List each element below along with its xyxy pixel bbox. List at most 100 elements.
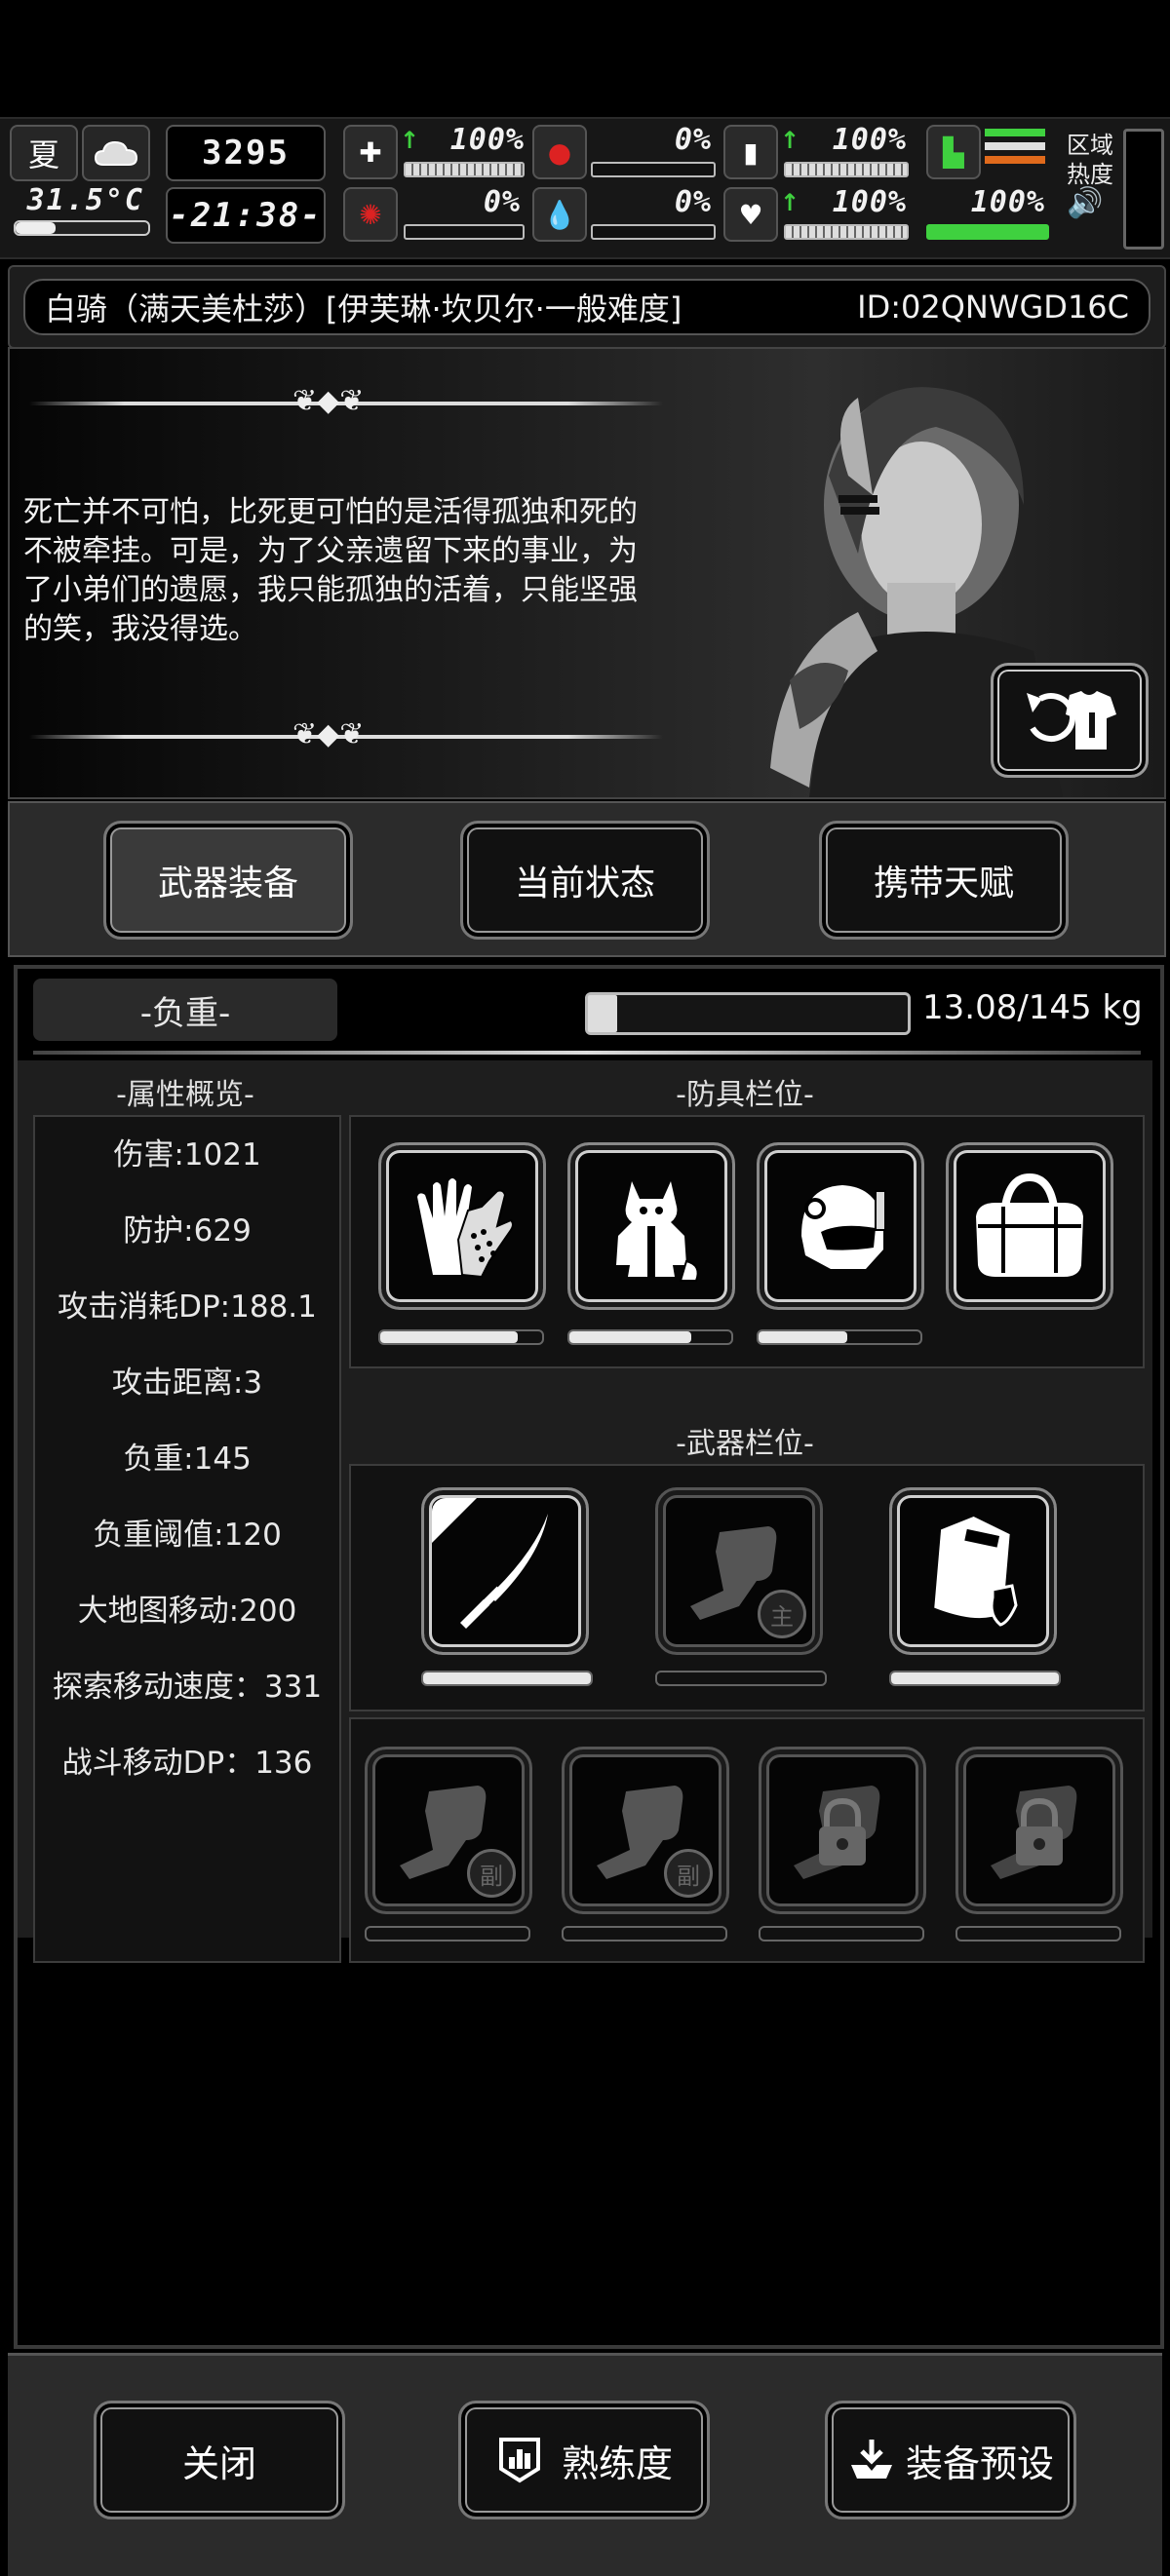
armor-slot-gloves[interactable] [378, 1142, 546, 1310]
change-outfit-button[interactable] [991, 663, 1149, 778]
attributes-list: 伤害:1021 防护:629 攻击消耗DP:188.1 攻击距离:3 负重:14… [33, 1115, 341, 1963]
close-button[interactable]: 关闭 [94, 2401, 345, 2519]
tab-talents[interactable]: 携带天赋 [819, 821, 1069, 940]
weapon-slot-1[interactable] [421, 1487, 589, 1655]
region-heat[interactable]: 区域 热度 🔊 [1067, 131, 1125, 218]
equipment-preset-button[interactable]: 装备预设 [825, 2401, 1076, 2519]
proficiency-button[interactable]: 熟练度 [458, 2401, 710, 2519]
heart-icon: ♥ [723, 187, 778, 242]
fox-hoodie-icon [616, 1181, 699, 1282]
load-value: 13.08/145 kg [922, 988, 1143, 1027]
tab-label: 携带天赋 [873, 864, 1014, 904]
temperature-value: 31.5°C [26, 183, 144, 217]
attr-load: 负重:145 [123, 1442, 252, 1477]
speaker-icon[interactable]: 🔊 [1067, 189, 1125, 218]
attr-load-threshold: 负重阈值:120 [93, 1518, 282, 1553]
sanity-value: 0% [483, 185, 521, 219]
water-icon: ▮ [723, 125, 778, 179]
weapon-slot-3[interactable] [889, 1487, 1057, 1655]
attr-defense: 防护:629 [123, 1213, 252, 1249]
health-value: 100% [449, 123, 525, 157]
armor-heading: -防具栏位- [676, 1078, 814, 1112]
lock-icon [794, 1786, 880, 1879]
heat-label: 区域 [1067, 132, 1113, 159]
armor-slot-body[interactable] [567, 1142, 735, 1310]
secondary-slots: 副 副 [349, 1717, 1145, 1963]
season-label: 夏 [27, 136, 59, 173]
thirst-bar [784, 162, 909, 177]
attr-attack-range: 攻击距离:3 [111, 1365, 263, 1401]
attr-combat-move-dp: 战斗移动DP：136 [61, 1746, 313, 1781]
bleeding-value: 0% [674, 185, 712, 219]
day-value: 3295 [202, 134, 290, 173]
character-id: ID:02QNWGD16C [857, 288, 1129, 326]
attr-attack-dp-cost: 攻击消耗DP:188.1 [58, 1289, 317, 1325]
bleeding-bar [591, 224, 716, 240]
clock-value: -21:38- [169, 196, 323, 235]
attr-map-movement: 大地图移动:200 [77, 1594, 297, 1629]
armor-slots [349, 1115, 1145, 1368]
hunger-bar [591, 162, 716, 177]
mood-value: 100% [832, 185, 907, 219]
off-hand-badge: 副 [664, 1849, 713, 1898]
heat-label: 热度 [1067, 161, 1113, 188]
preset-label: 装备预设 [905, 2441, 1054, 2485]
ornament-bottom-icon: ❦◆❦ [292, 717, 365, 751]
weather-cloud-icon [82, 125, 150, 181]
weapon-durability-2 [655, 1671, 827, 1686]
character-title-bar: 白骑（满天美杜莎）[伊芙琳·坎贝尔·一般难度] ID:02QNWGD16C [8, 265, 1166, 349]
weapon-slots: 主 [349, 1464, 1145, 1711]
gloves-icon [417, 1178, 514, 1279]
character-name: 白骑（满天美杜莎）[伊芙琳·坎贝尔·一般难度] [45, 290, 682, 327]
load-progress-fill [588, 995, 617, 1032]
preset-icon [847, 2436, 896, 2484]
lock-icon [991, 1786, 1077, 1879]
locked-slot-2[interactable] [956, 1747, 1123, 1914]
armor-slot-head[interactable] [757, 1142, 924, 1310]
divider [33, 1051, 1141, 1055]
close-label: 关闭 [181, 2441, 256, 2485]
brain-icon: ✺ [343, 187, 398, 242]
heat-meter [1123, 129, 1164, 250]
stamina-stripes [985, 129, 1045, 172]
corner-tag [432, 1498, 477, 1543]
weapon-durability-3 [889, 1671, 1061, 1686]
attr-damage: 伤害:1021 [113, 1137, 261, 1173]
off-hand-badge: 副 [467, 1849, 516, 1898]
day-counter: 3295 [166, 125, 326, 181]
clock: -21:38- [166, 187, 326, 244]
helmet-icon [801, 1185, 886, 1269]
armor-durability-body [567, 1329, 733, 1345]
stamina-value: 100% [970, 185, 1045, 219]
tab-bar: 武器装备 当前状态 携带天赋 [8, 801, 1166, 957]
proficiency-icon [495, 2436, 544, 2484]
secondary-slot-1[interactable]: 副 [365, 1747, 532, 1914]
secondary-durability-1 [365, 1926, 530, 1942]
health-bar [404, 162, 525, 177]
secondary-durability-2 [562, 1926, 727, 1942]
mood-bar [784, 224, 909, 240]
blood-icon: 💧 [532, 187, 587, 242]
locked-durability-1 [759, 1926, 924, 1942]
armor-durability-gloves [378, 1329, 544, 1345]
weapon-slot-main-empty[interactable]: 主 [655, 1487, 823, 1655]
locked-durability-2 [956, 1926, 1121, 1942]
shield-case-icon [934, 1517, 1018, 1627]
status-bar: 夏 31.5°C 3295 -21:38- ✚ ↑ 100% ● 0% ▮ ↑ … [0, 117, 1170, 259]
attributes-heading: -属性概览- [116, 1078, 254, 1112]
proficiency-label: 熟练度 [561, 2441, 673, 2485]
tab-current-status[interactable]: 当前状态 [460, 821, 710, 940]
weapons-heading: -武器栏位- [676, 1427, 814, 1461]
ornament-top-icon: ❦◆❦ [292, 384, 365, 418]
attr-explore-speed: 探索移动速度：331 [52, 1670, 323, 1705]
outfit-swap-icon [1027, 691, 1116, 750]
secondary-slot-2[interactable]: 副 [562, 1747, 729, 1914]
thirst-value: 100% [832, 123, 907, 157]
armor-slot-bag[interactable] [946, 1142, 1113, 1310]
bottom-bar: 关闭 熟练度 装备预设 [8, 2353, 1162, 2576]
load-progress-bar [585, 992, 911, 1035]
weapon-durability-1 [421, 1671, 593, 1686]
locked-slot-1[interactable] [759, 1747, 926, 1914]
tab-weapons-equipment[interactable]: 武器装备 [103, 821, 353, 940]
duffel-bag-icon [976, 1173, 1083, 1277]
